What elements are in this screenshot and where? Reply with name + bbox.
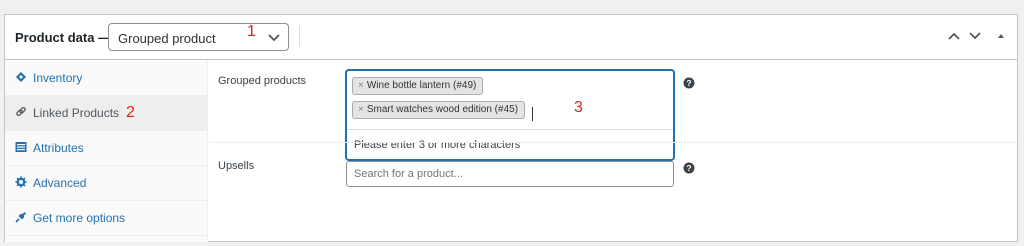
tab-label: Inventory	[33, 71, 83, 85]
dropdown-separator	[347, 129, 673, 130]
upsells-label: Upsells	[218, 160, 255, 172]
remove-icon[interactable]: ×	[358, 80, 364, 91]
move-up-button[interactable]	[946, 28, 962, 44]
tab-inventory[interactable]: Inventory	[5, 61, 208, 96]
chevron-up-icon	[948, 32, 960, 40]
selected-product-chip: × Wine bottle lantern (#49)	[352, 77, 484, 95]
inventory-icon	[16, 72, 26, 82]
tab-get-more-options[interactable]: Get more options	[5, 201, 208, 236]
text-caret[interactable]	[532, 107, 533, 121]
grouped-products-label: Grouped products	[218, 75, 307, 87]
toggle-panel-button[interactable]	[993, 28, 1009, 44]
attributes-icon	[15, 142, 27, 152]
upsells-search-input[interactable]	[346, 161, 674, 187]
panel-title: Product data —	[15, 30, 112, 45]
tab-label: Attributes	[33, 141, 84, 155]
panel-header: Product data — Grouped product	[5, 15, 1017, 60]
triangle-up-icon	[998, 34, 1004, 38]
annotation-marker: 3	[574, 99, 583, 116]
product-data-tabs: Inventory Linked Products Attributes Adv…	[5, 61, 208, 242]
help-icon[interactable]: ?	[683, 77, 695, 89]
annotation-marker: 1	[247, 23, 256, 40]
tab-attributes[interactable]: Attributes	[5, 131, 208, 166]
chevron-down-icon	[969, 32, 981, 40]
section-divider	[209, 142, 1017, 143]
chevron-down-icon	[268, 34, 280, 42]
product-data-panel: Product data — Grouped product Inventory…	[4, 14, 1018, 242]
svg-text:?: ?	[686, 78, 691, 88]
gear-icon	[15, 176, 27, 188]
tab-linked-products[interactable]: Linked Products	[5, 96, 208, 131]
tab-label: Get more options	[33, 211, 126, 225]
svg-text:?: ?	[686, 163, 691, 173]
chip-label: Wine bottle lantern (#49)	[366, 80, 477, 91]
annotation-marker: 2	[126, 104, 135, 121]
search-hint-message: Please enter 3 or more characters	[354, 139, 521, 151]
selected-product-chip: × Smart watches wood edition (#45)	[352, 101, 526, 119]
move-down-button[interactable]	[967, 28, 983, 44]
plugin-icon	[15, 212, 26, 223]
tab-label: Linked Products	[33, 106, 120, 120]
chip-label: Smart watches wood edition (#45)	[366, 104, 519, 115]
product-type-select[interactable]: Grouped product	[108, 23, 289, 51]
grouped-products-combobox[interactable]: × Wine bottle lantern (#49) × Smart watche…	[346, 70, 674, 160]
help-icon[interactable]: ?	[683, 162, 695, 174]
tab-advanced[interactable]: Advanced	[5, 166, 208, 201]
header-divider	[299, 26, 300, 46]
tab-label: Advanced	[33, 176, 87, 190]
remove-icon[interactable]: ×	[358, 104, 364, 115]
link-icon	[16, 106, 26, 117]
product-type-value: Grouped product	[118, 31, 216, 46]
